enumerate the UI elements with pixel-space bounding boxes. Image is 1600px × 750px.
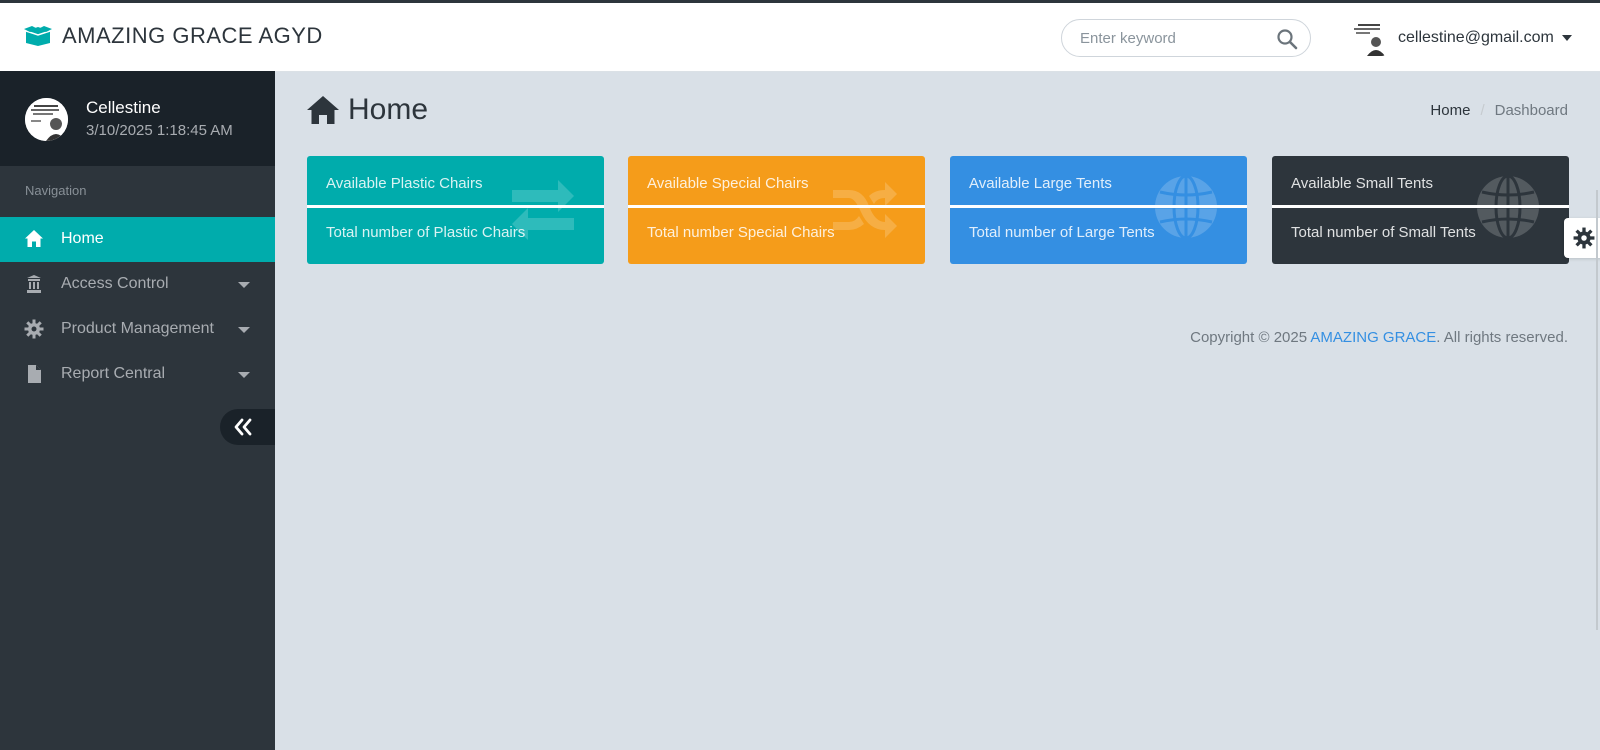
brand-logo-link[interactable]: AMAZING GRACE AGYD [24, 23, 323, 49]
footer-copyright: Copyright © 2025 AMAZING GRACE. All righ… [1190, 329, 1568, 346]
breadcrumb-current: Dashboard [1494, 102, 1568, 119]
user-email: cellestine@gmail.com [1398, 29, 1554, 46]
card-subtitle: Total number of Large Tents [969, 224, 1155, 241]
caret-down-icon [238, 372, 250, 378]
stat-card-plastic-chairs[interactable]: Available Plastic Chairs Total number of… [307, 156, 604, 264]
sidebar: Cellestine 3/10/2025 1:18:45 AM Navigati… [0, 71, 275, 750]
caret-down-icon [1561, 35, 1572, 41]
gear-icon [1573, 227, 1595, 249]
sidebar-item-report-central[interactable]: Report Central [0, 352, 275, 397]
box-icon [24, 26, 52, 46]
building-icon [27, 275, 41, 293]
card-title: Available Large Tents [969, 175, 1112, 192]
footer-brand-link[interactable]: AMAZING GRACE [1310, 329, 1436, 346]
card-title: Available Special Chairs [647, 175, 809, 192]
scrollbar[interactable] [1596, 190, 1598, 630]
double-chevron-left-icon [234, 418, 252, 436]
caret-down-icon [238, 282, 250, 288]
search-icon[interactable] [1276, 28, 1298, 50]
sidebar-item-home[interactable]: Home [0, 217, 275, 262]
profile-name: Cellestine [86, 98, 161, 117]
stat-card-small-tents[interactable]: Available Small Tents Total number of Sm… [1272, 156, 1569, 264]
theme-settings-button[interactable] [1564, 218, 1600, 258]
sidebar-profile[interactable]: Cellestine 3/10/2025 1:18:45 AM [0, 71, 275, 166]
breadcrumb-separator: / [1480, 102, 1485, 119]
sidebar-item-product-management[interactable]: Product Management [0, 307, 275, 352]
sidebar-item-label: Home [61, 230, 104, 247]
card-title: Available Small Tents [1291, 175, 1434, 192]
footer-prefix: Copyright © 2025 [1190, 329, 1311, 346]
breadcrumb-home-link[interactable]: Home [1430, 102, 1470, 119]
user-menu-dropdown[interactable]: cellestine@gmail.com [1350, 19, 1572, 57]
card-divider [628, 205, 925, 208]
card-subtitle: Total number Special Chairs [647, 224, 835, 241]
home-icon [307, 96, 339, 124]
card-subtitle: Total number of Small Tents [1291, 224, 1476, 241]
search-box [1061, 19, 1311, 57]
home-icon [25, 230, 43, 247]
card-divider [307, 205, 604, 208]
card-title: Available Plastic Chairs [326, 175, 483, 192]
sidebar-item-access-control[interactable]: Access Control [0, 262, 275, 307]
sidebar-collapse-button[interactable] [220, 409, 275, 445]
footer-suffix: . All rights reserved. [1436, 329, 1568, 346]
caret-down-icon [238, 327, 250, 333]
breadcrumb: Home / Dashboard [1430, 102, 1568, 119]
gear-icon [24, 319, 44, 339]
nav-section-header: Navigation [25, 183, 87, 198]
stat-card-large-tents[interactable]: Available Large Tents Total number of La… [950, 156, 1247, 264]
profile-timestamp: 3/10/2025 1:18:45 AM [86, 122, 233, 139]
brand-name: AMAZING GRACE AGYD [62, 23, 323, 48]
sidebar-item-label: Access Control [61, 275, 169, 292]
search-input[interactable] [1080, 20, 1270, 56]
user-avatar [1350, 20, 1386, 56]
card-divider [950, 205, 1247, 208]
card-divider [1272, 205, 1569, 208]
sidebar-item-label: Report Central [61, 365, 166, 382]
top-header: AMAZING GRACE AGYD cellestine@gmail.com [0, 0, 1600, 71]
file-icon [28, 365, 41, 383]
stat-card-special-chairs[interactable]: Available Special Chairs Total number Sp… [628, 156, 925, 264]
profile-avatar [25, 98, 68, 141]
page-title: Home [306, 93, 428, 127]
sidebar-item-label: Product Management [61, 320, 214, 337]
card-subtitle: Total number of Plastic Chairs [326, 224, 526, 241]
page-title-text: Home [348, 93, 429, 126]
